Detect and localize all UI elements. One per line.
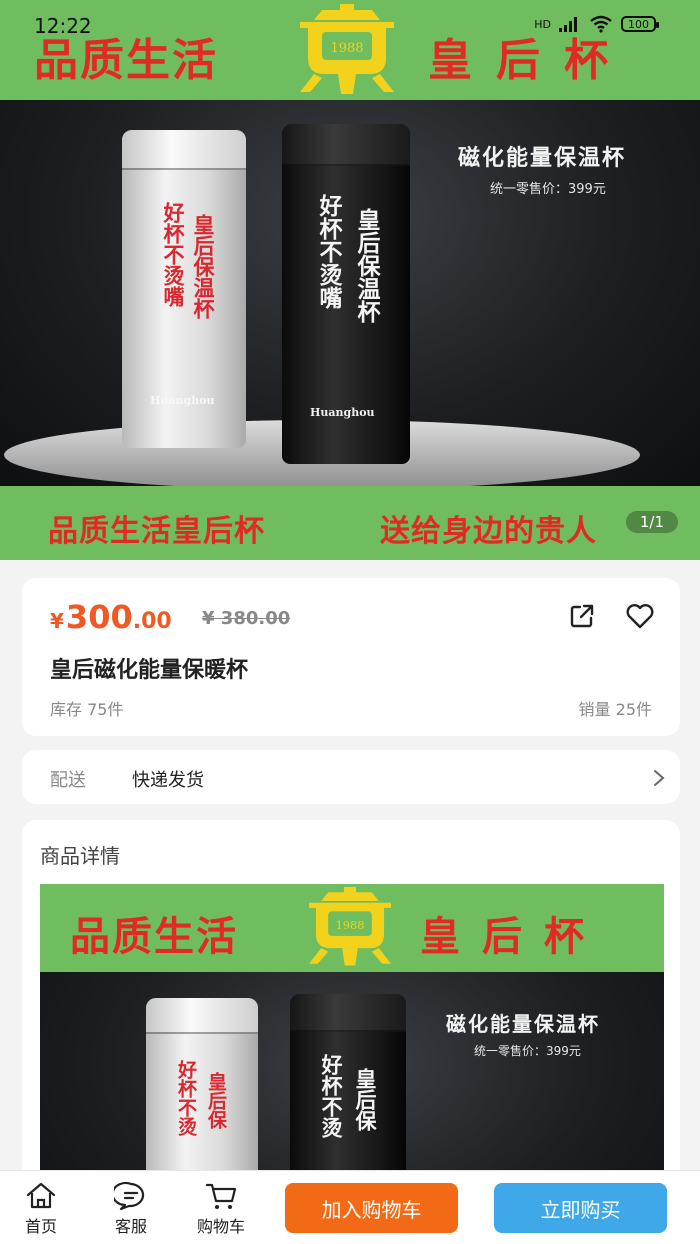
detail-slogan-right: 皇后杯 xyxy=(420,913,606,960)
tab-home-label: 首页 xyxy=(24,1217,57,1236)
detail-black-cup-slogan-1: 好杯不烫 xyxy=(319,1054,343,1138)
detail-black-cup-slogan-2: 皇后保 xyxy=(353,1068,377,1131)
detail-emblem-icon: 1988 xyxy=(308,886,392,966)
chevron-right-icon xyxy=(654,770,665,786)
black-cup-brand: Huanghou xyxy=(310,406,375,419)
detail-emblem-year: 1988 xyxy=(336,918,365,932)
black-cup: 好杯不烫嘴 皇后保温杯 Huanghou xyxy=(282,124,410,464)
tab-home[interactable]: 首页 xyxy=(6,1181,76,1237)
tab-shopping-cart[interactable]: 购物车 xyxy=(186,1181,256,1237)
black-cup-slogan-1: 好杯不烫嘴 xyxy=(315,194,341,309)
share-icon[interactable] xyxy=(568,602,596,630)
bottom-action-bar: 首页 客服 购物车 加入购物车 立即购买 xyxy=(0,1170,700,1244)
sales-count: 销量 25件 xyxy=(578,700,652,719)
home-icon xyxy=(26,1182,56,1209)
delivery-label: 配送 xyxy=(50,770,86,791)
banner-bottom-slogan-right: 送给身边的贵人 xyxy=(380,514,597,549)
product-image-carousel[interactable]: 品质生活 皇后杯 1988 磁化能量保温杯 统一零售价：399元 好杯不烫嘴 皇… xyxy=(0,0,700,560)
battery-icon: 100 xyxy=(621,16,659,32)
favorite-heart-icon[interactable] xyxy=(624,600,656,632)
banner-bottom-slogan-left: 品质生活皇后杯 xyxy=(48,514,265,549)
silver-cup: 好杯不烫嘴 皇后保温杯 Huanghou xyxy=(122,130,246,448)
detail-silver-cup-slogan-2: 皇后保 xyxy=(205,1072,227,1129)
price-currency: ¥ xyxy=(50,609,64,633)
tab-customer-service[interactable]: 客服 xyxy=(96,1181,166,1237)
chat-icon xyxy=(114,1181,145,1211)
buy-now-button[interactable]: 立即购买 xyxy=(494,1183,667,1233)
shopping-cart-icon xyxy=(205,1183,237,1209)
detail-retail-price: 统一零售价：399元 xyxy=(474,1044,581,1058)
product-info-card: ¥ 300 .00 ¥ 380.00 皇后磁化能量保暖杯 库存 75件 销量 2… xyxy=(22,578,680,736)
add-to-cart-button[interactable]: 加入购物车 xyxy=(285,1183,458,1233)
silver-cup-slogan-2: 皇后保温杯 xyxy=(191,214,215,319)
tab-cart-label: 购物车 xyxy=(196,1217,245,1236)
banner-product-title: 磁化能量保温杯 xyxy=(458,146,627,171)
image-counter: 1/1 xyxy=(625,511,678,533)
signal-icon xyxy=(559,17,577,32)
stock-count: 库存 75件 xyxy=(50,700,124,719)
wifi-icon xyxy=(590,15,612,33)
network-label: HD xyxy=(534,17,551,31)
tab-service-label: 客服 xyxy=(114,1217,147,1236)
detail-slogan-left: 品质生活 xyxy=(70,913,238,960)
emblem-year: 1988 xyxy=(330,41,363,56)
banner-retail-price: 统一零售价：399元 xyxy=(490,182,606,197)
delivery-row[interactable]: 配送 快递发货 xyxy=(22,750,680,804)
silver-cup-brand: Huanghou xyxy=(150,394,215,407)
black-cup-slogan-2: 皇后保温杯 xyxy=(353,208,379,323)
delivery-method: 快递发货 xyxy=(132,770,204,791)
current-price: ¥ 300 .00 xyxy=(50,598,172,636)
product-name: 皇后磁化能量保暖杯 xyxy=(50,658,249,683)
status-time: 12:22 xyxy=(34,14,92,38)
detail-silver-cup-slogan-1: 好杯不烫 xyxy=(175,1060,197,1136)
status-bar: 12:22 HD 100 xyxy=(0,0,700,40)
battery-level: 100 xyxy=(628,17,649,31)
detail-product-title: 磁化能量保温杯 xyxy=(446,1012,600,1036)
price-decimal: .00 xyxy=(132,609,172,634)
original-price: ¥ 380.00 xyxy=(202,608,291,629)
silver-cup-slogan-1: 好杯不烫嘴 xyxy=(161,202,185,307)
price-integer: 300 xyxy=(65,598,133,636)
details-heading: 商品详情 xyxy=(40,844,120,868)
